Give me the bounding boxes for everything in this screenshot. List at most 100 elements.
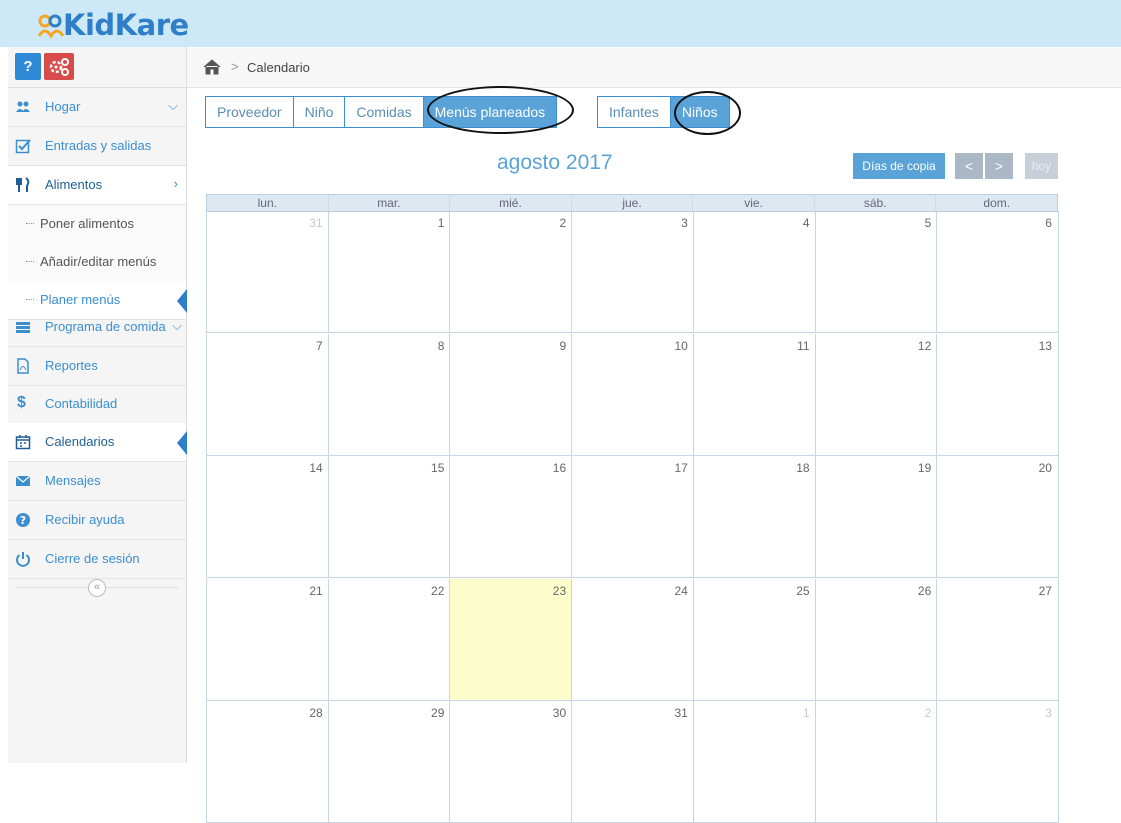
calendar-day-cell[interactable]: 4 (692, 211, 816, 333)
sidebar-item-contabilidad[interactable]: $ Contabilidad (8, 385, 186, 424)
calendar-day-cell[interactable]: 27 (936, 578, 1059, 701)
kidkare-logo[interactable]: KidKare (36, 6, 189, 44)
collapse-sidebar-button[interactable]: « (88, 579, 106, 597)
kids-logo-icon (37, 14, 64, 39)
weekday-label: jue. (570, 195, 693, 211)
calendar-day-cell[interactable]: 9 (449, 333, 573, 456)
tab-infantes[interactable]: Infantes (597, 96, 671, 128)
sidebar-toolbar: ? (8, 47, 186, 88)
tab-comidas[interactable]: Comidas (345, 96, 424, 128)
calendar-day-cell[interactable]: 31 (206, 211, 329, 333)
sidebar-item-entradas[interactable]: Entradas y salidas (8, 127, 186, 166)
calendar-day-cell[interactable]: 14 (206, 456, 329, 578)
help-button[interactable]: ? (15, 53, 41, 80)
day-number: 30 (552, 706, 567, 720)
question-icon: ? (16, 513, 30, 527)
calendar-day-cell[interactable]: 11 (692, 333, 816, 456)
weekday-label: vie. (692, 195, 814, 211)
calendar-day-cell[interactable]: 12 (814, 333, 938, 456)
calendar-day-cell[interactable]: 24 (571, 578, 694, 701)
calendar-day-cell[interactable]: 3 (571, 211, 694, 333)
settings-button[interactable] (44, 53, 74, 80)
day-number: 7 (316, 338, 323, 353)
day-number: 9 (559, 338, 567, 353)
weekday-header: lun. mar. mié. jue. vie. sáb. dom. (206, 194, 1058, 212)
sidebar-item-recibir-ayuda[interactable]: ? Recibir ayuda (8, 501, 186, 540)
day-number: 23 (552, 583, 567, 598)
calendar-day-cell[interactable]: 18 (692, 456, 816, 578)
day-number: 4 (802, 216, 810, 230)
day-number: 10 (674, 338, 688, 353)
calendar-day-cell[interactable]: 20 (936, 456, 1059, 578)
sidebar-item-label: Añadir/editar menús (40, 254, 157, 269)
tab-proveedor[interactable]: Proveedor (205, 96, 294, 128)
calendar-day-cell[interactable]: 31 (571, 701, 694, 823)
calendar-day-cell[interactable]: 17 (571, 456, 694, 578)
calendar-day-cell[interactable]: 3 (936, 701, 1059, 823)
checkbox-icon (15, 139, 31, 154)
sidebar-item-hogar[interactable]: Hogar ⌵ (8, 88, 186, 127)
day-number: 3 (681, 216, 688, 230)
breadcrumb-separator: > (231, 59, 239, 74)
weekday-label: lun. (257, 196, 277, 210)
calendar-day-cell[interactable]: 13 (936, 333, 1059, 456)
calendar-day-cell[interactable]: 21 (206, 578, 329, 701)
calendar-day-cell[interactable]: 1 (692, 701, 816, 823)
calendar-day-cell[interactable]: 28 (206, 701, 329, 823)
calendar-day-cell[interactable]: 15 (327, 456, 451, 578)
app-name: KidKare (63, 8, 189, 42)
weekday-label: sáb. (813, 195, 936, 211)
calendar-day-cell[interactable]: 23 (449, 578, 573, 701)
calendar-day-cell[interactable]: 2 (449, 211, 573, 333)
today-button[interactable]: hoy (1025, 153, 1058, 179)
copy-days-button[interactable]: Días de copia (853, 153, 945, 179)
day-number: 31 (309, 216, 323, 230)
calendar-day-cell[interactable]: 19 (814, 456, 938, 578)
sidebar: ? Hogar ⌵ Entradas y salidas Alimentos ›… (8, 47, 187, 763)
day-number: 31 (674, 706, 688, 720)
day-number: 28 (309, 706, 323, 720)
sidebar-item-reportes[interactable]: Reportes (8, 347, 186, 386)
annotation-circle (674, 91, 741, 135)
calendar-day-cell[interactable]: 25 (692, 578, 816, 701)
calendar-day-cell[interactable]: 8 (327, 333, 451, 456)
day-number: 20 (1038, 461, 1052, 475)
calendar-day-cell[interactable]: 10 (571, 333, 694, 456)
day-number: 19 (917, 461, 932, 475)
tab-nino[interactable]: Niño (293, 96, 346, 128)
calendar-day-cell[interactable]: 22 (327, 578, 451, 701)
calendar-day-cell[interactable]: 6 (936, 211, 1059, 333)
calendar-day-cell[interactable]: 5 (814, 211, 938, 333)
list-icon (16, 322, 30, 333)
calendar-grid: lun. mar. mié. jue. vie. sáb. dom. 31 1 2 3… (206, 194, 1059, 823)
calendar-day-cell[interactable]: 1 (327, 211, 451, 333)
home-icon[interactable] (203, 59, 221, 75)
sidebar-item-label: Alimentos (45, 177, 103, 192)
sidebar-subitem-poner-alimentos[interactable]: Poner alimentos (8, 205, 186, 244)
day-number: 16 (552, 461, 567, 475)
calendar-day-cell[interactable]: 29 (327, 701, 451, 823)
top-header: KidKare (0, 0, 1121, 47)
breadcrumb: > Calendario (187, 48, 1121, 88)
sidebar-item-label: Cierre de sesión (45, 551, 140, 566)
calendar-day-cell[interactable]: 16 (449, 456, 573, 578)
next-month-button[interactable]: > (985, 153, 1013, 179)
calendar-day-cell[interactable]: 7 (206, 333, 329, 456)
sidebar-subitem-editar-menus[interactable]: Añadir/editar menús (8, 243, 186, 282)
calendar-day-cell[interactable]: 30 (449, 701, 573, 823)
previous-month-button[interactable]: < (955, 153, 983, 179)
sidebar-item-label: Recibir ayuda (45, 512, 125, 527)
sidebar-item-label: Mensajes (45, 473, 101, 488)
calendar-day-cell[interactable]: 2 (814, 701, 938, 823)
dollar-icon: $ (17, 394, 26, 411)
day-number: 1 (437, 216, 445, 230)
calendar-day-cell[interactable]: 26 (814, 578, 938, 701)
sidebar-item-cierre-sesion[interactable]: Cierre de sesión (8, 540, 186, 579)
sidebar-item-alimentos[interactable]: Alimentos › (8, 166, 186, 205)
sidebar-item-programa-comida[interactable]: Programa de comida ⌵ (8, 308, 186, 347)
day-number: 22 (431, 583, 445, 598)
sidebar-item-mensajes[interactable]: Mensajes (8, 462, 186, 501)
sidebar-item-calendarios[interactable]: Calendarios (8, 423, 187, 462)
sidebar-item-label: Calendarios (45, 434, 115, 449)
pdf-icon (17, 358, 29, 374)
